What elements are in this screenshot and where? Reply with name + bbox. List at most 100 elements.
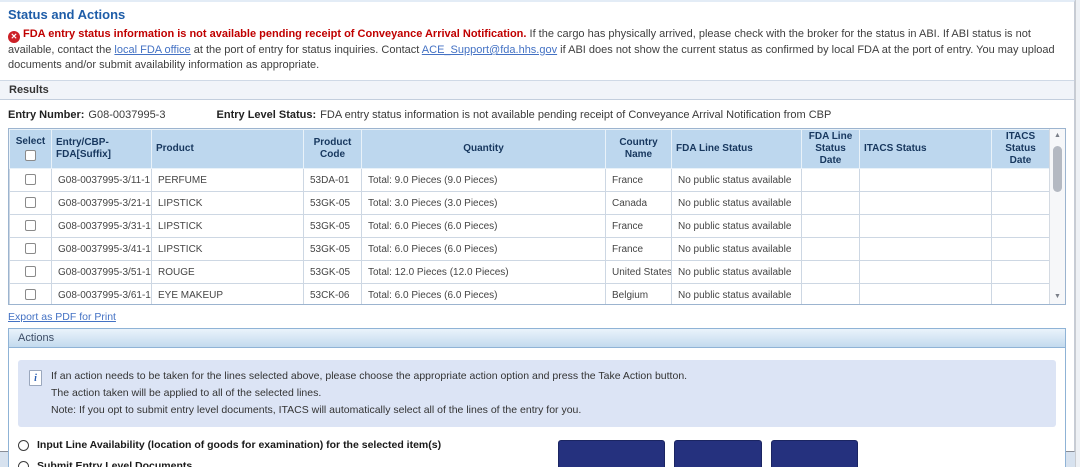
- actions-info-box: i If an action needs to be taken for the…: [18, 360, 1056, 427]
- refresh-button[interactable]: ↷REFRESH: [674, 440, 763, 467]
- select-all-checkbox[interactable]: [25, 150, 36, 162]
- table-scrollbar[interactable]: ▲ ▼: [1049, 129, 1065, 304]
- page-title: Status and Actions: [8, 7, 126, 22]
- option-label: Submit Entry Level Documents: [37, 460, 193, 467]
- status-and-actions-panel: Status and Actions ✕ FDA entry status inf…: [0, 0, 1075, 467]
- finished-button[interactable]: ✓FINISHED: [771, 440, 858, 467]
- export-pdf-link[interactable]: Export as PDF for Print: [8, 311, 116, 323]
- cell-fda-date: [801, 260, 860, 284]
- scrollbar-thumb[interactable]: [1053, 146, 1062, 192]
- cell-quantity: Total: 12.0 Pieces (12.0 Pieces): [361, 260, 606, 284]
- page-scrollbar[interactable]: [1075, 0, 1080, 467]
- row-checkbox[interactable]: [25, 266, 36, 278]
- ace-support-email-link[interactable]: ACE_Support@fda.hhs.gov: [422, 44, 557, 56]
- cell-entry: G08-0037995-3/31-1: [51, 214, 152, 238]
- entry-level-status-label: Entry Level Status:: [216, 109, 317, 121]
- take-action-button[interactable]: ↷TAKE ACTION: [557, 440, 666, 467]
- cell-country: France: [605, 214, 672, 238]
- info-line-1: If an action needs to be taken for the l…: [51, 370, 688, 382]
- table-row: G08-0037995-3/51-1 ROUGE 53GK-05 Total: 12.…: [9, 260, 1050, 284]
- cell-fda-date: [801, 237, 860, 261]
- row-select-cell: [9, 260, 52, 284]
- local-fda-office-link[interactable]: local FDA office: [114, 44, 190, 56]
- cell-fda-status: No public status available: [671, 283, 802, 304]
- cell-quantity: Total: 9.0 Pieces (9.0 Pieces): [361, 168, 606, 192]
- error-icon: ✕: [8, 31, 20, 43]
- radio-icon[interactable]: [18, 460, 29, 467]
- results-table-body: G08-0037995-3/11-1 PERFUME 53DA-01 Total: 9…: [9, 168, 1050, 304]
- cell-product: LIPSTICK: [151, 191, 304, 215]
- cell-itacs-date: [991, 214, 1050, 238]
- cell-code: 53GK-05: [303, 191, 362, 215]
- cell-entry: G08-0037995-3/11-1: [51, 168, 152, 192]
- header-entry-cbp-fda-suffix: Entry/CBP-FDA[Suffix]: [51, 129, 152, 169]
- row-checkbox[interactable]: [25, 197, 36, 209]
- row-checkbox[interactable]: [25, 174, 36, 186]
- action-option-2[interactable]: Submit Entry Level Documents: [18, 460, 558, 467]
- actions-section-header: Actions: [9, 329, 1065, 348]
- scroll-up-icon[interactable]: ▲: [1050, 129, 1065, 143]
- header-select: Select: [9, 129, 52, 169]
- header-quantity: Quantity: [361, 129, 606, 169]
- row-checkbox[interactable]: [25, 220, 36, 232]
- cell-itacs-status: [859, 260, 992, 284]
- header-country-name: Country Name: [605, 129, 672, 169]
- entry-number-value: G08-0037995-3: [88, 109, 166, 121]
- cell-itacs-status: [859, 168, 992, 192]
- cell-quantity: Total: 3.0 Pieces (3.0 Pieces): [361, 191, 606, 215]
- row-select-cell: [9, 191, 52, 215]
- alert-text-2: at the port of entry for status inquirie…: [193, 44, 420, 56]
- cell-itacs-status: [859, 283, 992, 304]
- row-select-cell: [9, 214, 52, 238]
- option-label: Input Line Availability (location of goo…: [37, 439, 442, 451]
- cell-itacs-status: [859, 237, 992, 261]
- cell-fda-status: No public status available: [671, 237, 802, 261]
- results-table: Select Entry/CBP-FDA[Suffix] Product Pro…: [9, 129, 1050, 304]
- entry-status-alert: ✕ FDA entry status information is not ava…: [8, 27, 1066, 73]
- actions-panel: Actions i If an action needs to be taken…: [8, 328, 1066, 467]
- cell-product: LIPSTICK: [151, 237, 304, 261]
- action-options-list: Input Line Availability (location of goo…: [18, 439, 558, 467]
- cell-code: 53GK-05: [303, 260, 362, 284]
- cell-code: 53CK-06: [303, 283, 362, 304]
- cell-itacs-date: [991, 168, 1050, 192]
- results-section-header: Results: [0, 80, 1074, 100]
- info-page-icon: i: [29, 370, 42, 386]
- cell-product: EYE MAKEUP: [151, 283, 304, 304]
- cell-entry: G08-0037995-3/51-1: [51, 260, 152, 284]
- row-checkbox[interactable]: [25, 289, 36, 301]
- cell-country: Canada: [605, 191, 672, 215]
- table-row: G08-0037995-3/61-1 EYE MAKEUP 53CK-06 Total…: [9, 283, 1050, 304]
- entry-level-status-value: FDA entry status information is not avai…: [320, 109, 832, 121]
- table-header-row: Select Entry/CBP-FDA[Suffix] Product Pro…: [9, 129, 1050, 169]
- table-row: G08-0037995-3/41-1 LIPSTICK 53GK-05 Total: …: [9, 237, 1050, 261]
- row-select-cell: [9, 283, 52, 304]
- info-line-2: The action taken will be applied to all …: [51, 387, 322, 399]
- cell-fda-status: No public status available: [671, 191, 802, 215]
- cell-code: 53DA-01: [303, 168, 362, 192]
- row-checkbox[interactable]: [25, 243, 36, 255]
- cell-fda-status: No public status available: [671, 168, 802, 192]
- header-product-code: Product Code: [303, 129, 362, 169]
- cell-code: 53GK-05: [303, 214, 362, 238]
- cell-entry: G08-0037995-3/61-1: [51, 283, 152, 304]
- table-row: G08-0037995-3/21-1 LIPSTICK 53GK-05 Total: …: [9, 191, 1050, 215]
- results-table-container: Select Entry/CBP-FDA[Suffix] Product Pro…: [8, 128, 1066, 305]
- cell-country: France: [605, 237, 672, 261]
- cell-quantity: Total: 6.0 Pieces (6.0 Pieces): [361, 214, 606, 238]
- cell-itacs-date: [991, 260, 1050, 284]
- action-option-1[interactable]: Input Line Availability (location of goo…: [18, 439, 558, 451]
- radio-icon[interactable]: [18, 439, 29, 451]
- cell-fda-date: [801, 214, 860, 238]
- row-select-cell: [9, 237, 52, 261]
- cell-itacs-status: [859, 214, 992, 238]
- cell-quantity: Total: 6.0 Pieces (6.0 Pieces): [361, 237, 606, 261]
- cell-fda-date: [801, 191, 860, 215]
- header-fda-line-status-date: FDA Line Status Date: [801, 129, 860, 169]
- cell-fda-status: No public status available: [671, 260, 802, 284]
- scroll-down-icon[interactable]: ▼: [1050, 290, 1065, 304]
- alert-bold-text: FDA entry status information is not avai…: [23, 28, 527, 40]
- cell-itacs-date: [991, 237, 1050, 261]
- info-line-3: Note: If you opt to submit entry level d…: [51, 404, 582, 416]
- cell-code: 53GK-05: [303, 237, 362, 261]
